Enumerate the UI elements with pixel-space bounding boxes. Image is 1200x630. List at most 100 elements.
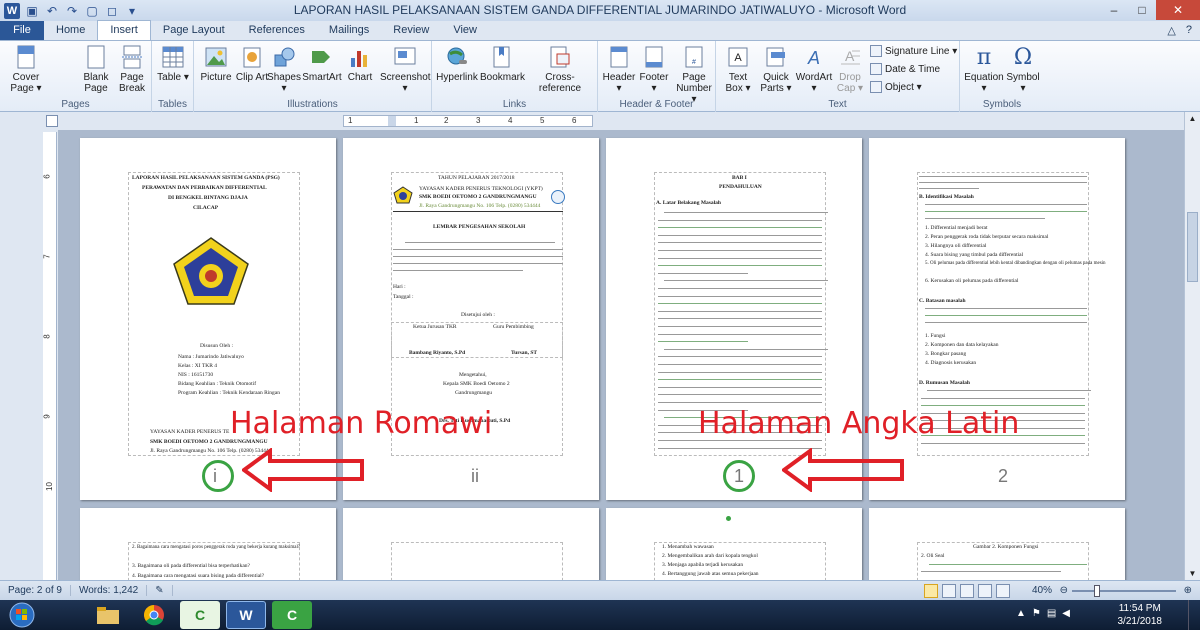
- camtasia-icon[interactable]: C: [180, 601, 220, 629]
- date-time-button[interactable]: Date & Time: [870, 63, 940, 75]
- chart-button[interactable]: Chart: [342, 44, 378, 83]
- zoom-slider[interactable]: [1072, 585, 1176, 597]
- file-explorer-icon[interactable]: [88, 601, 128, 629]
- page-5[interactable]: 1. Menambah wawasan 2. Mengembalikan ara…: [606, 508, 862, 580]
- page-break-button[interactable]: Page Break: [114, 44, 150, 94]
- smartart-button[interactable]: SmartArt: [302, 44, 342, 83]
- equation-button[interactable]: π Equation ▾: [964, 44, 1004, 94]
- screenshot-button[interactable]: Screenshot ▾: [380, 44, 431, 94]
- clip-art-button[interactable]: Clip Art: [234, 44, 270, 83]
- page-3[interactable]: 2. Bagaimana cara mengatasi poros pengge…: [80, 508, 336, 580]
- open-icon[interactable]: ◻: [104, 3, 120, 19]
- tab-selector-icon[interactable]: [46, 115, 58, 127]
- start-button[interactable]: [0, 600, 44, 630]
- full-screen-icon[interactable]: [942, 583, 956, 598]
- page-i[interactable]: LAPORAN HASIL PELAKSANAAN SISTEM GANDA (…: [80, 138, 336, 500]
- redo-icon[interactable]: ↷: [64, 3, 80, 19]
- quick-parts-button[interactable]: Quick Parts ▾: [758, 44, 794, 94]
- scroll-up-icon[interactable]: ▲: [1185, 112, 1200, 126]
- zoom-level[interactable]: 40%: [1032, 585, 1052, 596]
- minimize-ribbon-icon[interactable]: △: [1167, 24, 1175, 37]
- word-taskbar-icon[interactable]: W: [226, 601, 266, 629]
- zoom-in-icon[interactable]: ⊕: [1184, 585, 1192, 596]
- proofing-icon[interactable]: ✎: [147, 585, 173, 596]
- customize-qat-icon[interactable]: ▾: [124, 3, 140, 19]
- scroll-thumb[interactable]: [1187, 212, 1198, 282]
- tab-view[interactable]: View: [441, 21, 489, 40]
- tab-mailings[interactable]: Mailings: [317, 21, 381, 40]
- show-hidden-icons[interactable]: ▲: [1016, 608, 1026, 619]
- taskbar-clock[interactable]: 11:54 PM 3/21/2018: [1118, 602, 1163, 628]
- screenshot-icon: [393, 44, 417, 70]
- object-button[interactable]: Object ▾: [870, 81, 922, 93]
- cross-reference-button[interactable]: Cross-reference: [526, 44, 594, 94]
- document-area[interactable]: LAPORAN HASIL PELAKSANAAN SISTEM GANDA (…: [58, 130, 1184, 580]
- tab-insert[interactable]: Insert: [97, 20, 151, 40]
- table-button[interactable]: Table ▾: [155, 44, 191, 83]
- tab-references[interactable]: References: [237, 21, 317, 40]
- marker-icon: [726, 516, 731, 521]
- text-line: [658, 288, 822, 289]
- table-icon: [161, 44, 185, 70]
- volume-icon[interactable]: ◀: [1062, 608, 1070, 619]
- vertical-scrollbar[interactable]: ▲ ▼: [1184, 112, 1200, 580]
- flag-icon[interactable]: ⚑: [1032, 608, 1041, 619]
- close-button[interactable]: ✕: [1156, 0, 1200, 20]
- cover-page-button[interactable]: Cover Page ▾: [8, 44, 44, 94]
- wordart-button[interactable]: A WordArt ▾: [794, 44, 834, 94]
- outline-icon[interactable]: [978, 583, 992, 598]
- undo-icon[interactable]: ↶: [44, 3, 60, 19]
- tab-review[interactable]: Review: [381, 21, 441, 40]
- page-6[interactable]: Gambar 2. Komponen Fungsi 2. Oli Seal: [869, 508, 1125, 580]
- print-layout-icon[interactable]: [924, 583, 938, 598]
- chart-icon: [348, 44, 372, 70]
- signature-line-button[interactable]: Signature Line ▾: [870, 45, 957, 57]
- shapes-button[interactable]: Shapes ▾: [266, 44, 302, 94]
- tab-file[interactable]: File: [0, 21, 44, 40]
- page-1[interactable]: BAB I PENDAHULUAN A. Latar Belakang Masa…: [606, 138, 862, 500]
- symbol-button[interactable]: Ω Symbol ▾: [1004, 44, 1042, 94]
- bookmark-button[interactable]: Bookmark: [480, 44, 525, 83]
- word-count[interactable]: Words: 1,242: [71, 585, 148, 596]
- text-line: [921, 442, 1085, 444]
- hyperlink-button[interactable]: Hyperlink: [434, 44, 480, 83]
- vertical-ruler[interactable]: 6 7 8 9 10: [43, 132, 57, 582]
- scroll-down-icon[interactable]: ▼: [1185, 569, 1200, 578]
- indent-marker-icon[interactable]: [388, 116, 396, 126]
- maximize-button[interactable]: □: [1128, 0, 1156, 20]
- save-icon[interactable]: ▣: [24, 3, 40, 19]
- page-4[interactable]: [343, 508, 599, 580]
- word-logo-icon[interactable]: W: [4, 2, 20, 19]
- tab-page-layout[interactable]: Page Layout: [151, 21, 237, 40]
- omega-icon: Ω: [1013, 44, 1033, 70]
- text-box-button[interactable]: A Text Box ▾: [720, 44, 756, 94]
- camtasia-recorder-icon[interactable]: C: [272, 601, 312, 629]
- network-icon[interactable]: ▤: [1047, 608, 1056, 619]
- footer-button[interactable]: Footer ▾: [636, 44, 672, 94]
- zoom-out-icon[interactable]: ⊖: [1060, 585, 1068, 596]
- drop-cap-button[interactable]: A Drop Cap ▾: [832, 44, 868, 94]
- page-count[interactable]: Page: 2 of 9: [0, 585, 71, 596]
- web-layout-icon[interactable]: [960, 583, 974, 598]
- tab-home[interactable]: Home: [44, 21, 97, 40]
- chrome-icon[interactable]: [134, 601, 174, 629]
- page-ii[interactable]: TAHUN PELAJARAN 2017/2018 YAYASAN KADER …: [343, 138, 599, 500]
- zoom-slider-thumb[interactable]: [1094, 585, 1100, 597]
- header-button[interactable]: Header ▾: [601, 44, 637, 94]
- blank-page-button[interactable]: Blank Page: [78, 44, 114, 94]
- text-line: [658, 326, 822, 327]
- picture-button[interactable]: Picture: [198, 44, 234, 83]
- page-number-button[interactable]: # Page Number ▾: [674, 44, 714, 105]
- new-document-icon[interactable]: ▢: [84, 3, 100, 19]
- text-line: [658, 295, 822, 297]
- text-line: [658, 318, 822, 320]
- page-2[interactable]: B. Identifikasi Masalah 1. Differential …: [869, 138, 1125, 500]
- text-line: [658, 219, 822, 221]
- help-icon[interactable]: ?: [1186, 24, 1192, 37]
- text-line: [658, 257, 822, 259]
- svg-text:A: A: [734, 52, 742, 64]
- show-desktop-button[interactable]: [1188, 600, 1200, 630]
- horizontal-ruler[interactable]: 1 1 2 3 4 5 6: [343, 115, 593, 127]
- minimize-button[interactable]: –: [1100, 0, 1128, 20]
- draft-icon[interactable]: [996, 583, 1010, 598]
